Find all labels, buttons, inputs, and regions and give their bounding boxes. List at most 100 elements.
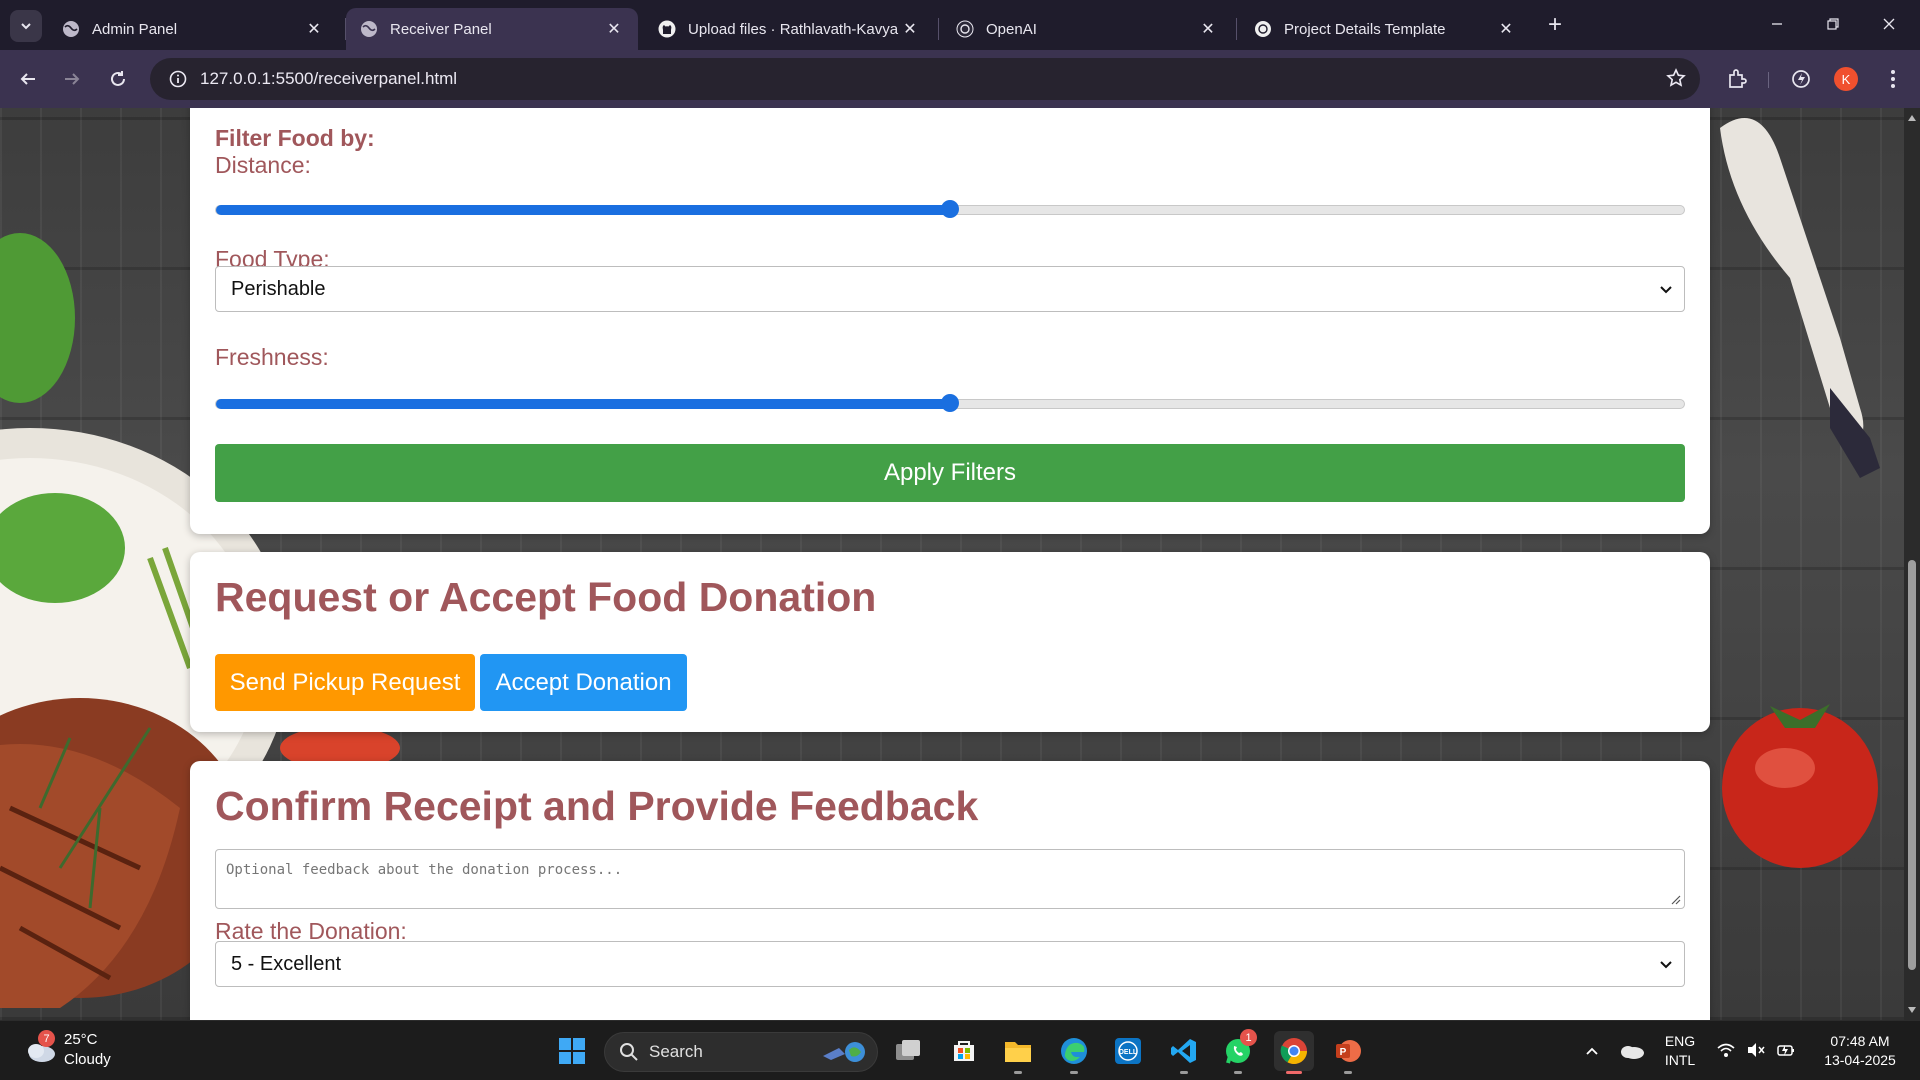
arrow-right-icon [65,73,80,85]
start-button[interactable] [552,1031,592,1071]
onedrive-cloud-icon [1621,1046,1644,1059]
forward-button[interactable] [56,63,88,95]
dell-icon: DELL [1115,1038,1141,1064]
onedrive-button[interactable] [1612,1031,1652,1071]
restore-button[interactable] [1810,8,1856,40]
food-type-value: Perishable [231,277,326,300]
powerpoint-icon: P [1336,1040,1361,1062]
minimize-button[interactable] [1754,8,1800,40]
globe-icon [62,20,80,38]
restore-icon [1827,18,1839,30]
tab-receiver-panel[interactable]: Receiver Panel ✕ [346,8,638,50]
site-info-icon[interactable] [158,70,198,88]
back-button[interactable] [12,63,44,95]
feedback-textarea[interactable]: Optional feedback about the donation pro… [215,849,1685,909]
distance-slider[interactable] [215,200,1685,218]
close-icon[interactable]: ✕ [1496,19,1516,39]
weather-widget[interactable]: 7 [22,1030,58,1065]
tab-title: Project Details Template [1284,20,1446,38]
chevron-down-icon [1660,286,1672,294]
windows-logo-icon [559,1038,585,1064]
search-icon [620,1043,638,1061]
wifi-icon [1717,1043,1735,1057]
tab-openai[interactable]: OpenAI ✕ [942,8,1232,50]
filter-card: Filter Food by: Distance: Food Type: Per… [190,108,1710,534]
arrow-left-icon [20,73,35,85]
task-view-button[interactable] [888,1031,928,1071]
close-icon[interactable]: ✕ [1198,19,1218,39]
running-indicator [1344,1071,1352,1074]
rating-select[interactable]: 5 - Excellent [215,941,1685,987]
whatsapp-badge: 1 [1240,1029,1257,1046]
weather-badge: 7 [38,1030,55,1047]
resize-grip-icon[interactable] [1671,895,1681,905]
clock[interactable]: 07:48 AM 13-04-2025 [1812,1033,1908,1068]
freshness-slider-thumb[interactable] [941,394,959,412]
browser-toolbar: 127.0.0.1:5500/receiverpanel.html K [0,50,1920,108]
edge-app[interactable] [1054,1031,1094,1074]
page-scrollbar[interactable] [1904,108,1920,1020]
edge-icon [1061,1038,1087,1064]
windows-taskbar: 7 25°C Cloudy Search DELL 1 P ENG INTL 0… [0,1020,1920,1080]
apply-filters-button[interactable]: Apply Filters [215,444,1685,502]
chevron-down-icon [21,23,31,30]
svg-text:P: P [1340,1047,1347,1058]
github-icon [658,20,676,38]
distance-slider-fill [216,205,950,215]
scroll-down-icon[interactable] [1907,1005,1917,1015]
task-view-icon [896,1040,920,1060]
tab-project-details[interactable]: Project Details Template ✕ [1240,8,1530,50]
close-icon [1883,18,1895,30]
request-card: Request or Accept Food Donation Send Pic… [190,552,1710,732]
freshness-slider-fill [216,399,950,409]
reload-button[interactable] [102,63,134,95]
performance-icon[interactable] [1786,64,1816,94]
distance-slider-thumb[interactable] [941,200,959,218]
tab-search-button[interactable] [10,10,42,42]
running-indicator [1180,1071,1188,1074]
show-hidden-icons-button[interactable] [1572,1031,1612,1071]
tab-upload-files[interactable]: Upload files · Rathlavath-Kavya ✕ [644,8,934,50]
tab-admin-panel[interactable]: Admin Panel ✕ [48,8,338,50]
bookmark-star-icon[interactable] [1666,68,1686,93]
microsoft-store-app[interactable] [944,1031,984,1071]
file-explorer-app[interactable] [998,1031,1038,1074]
freshness-slider[interactable] [215,394,1685,412]
send-pickup-request-button[interactable]: Send Pickup Request [215,654,475,711]
dell-app[interactable]: DELL [1108,1031,1148,1071]
profile-avatar[interactable]: K [1834,67,1858,91]
openai-icon [1254,20,1272,38]
close-icon[interactable]: ✕ [304,19,324,39]
accept-donation-button[interactable]: Accept Donation [480,654,687,711]
chevron-up-icon [1586,1047,1598,1055]
scroll-up-icon[interactable] [1907,113,1917,123]
running-indicator [1234,1071,1242,1074]
chrome-icon [1280,1038,1308,1065]
chrome-app[interactable] [1274,1031,1314,1074]
distance-label: Distance: [215,152,311,178]
folder-icon [1005,1042,1031,1062]
freshness-label: Freshness: [215,344,329,370]
food-type-select[interactable]: Perishable [215,266,1685,312]
extensions-icon[interactable] [1722,64,1752,94]
tab-title: Receiver Panel [390,20,492,38]
close-window-button[interactable] [1866,8,1912,40]
scrollbar-thumb[interactable] [1908,560,1916,970]
whatsapp-app[interactable]: 1 [1218,1029,1258,1074]
tab-title: Admin Panel [92,20,178,38]
running-indicator [1070,1071,1078,1074]
powerpoint-app[interactable]: P [1328,1031,1368,1074]
running-indicator [1286,1071,1302,1074]
more-menu-icon[interactable] [1878,64,1908,94]
tab-separator [1236,18,1237,40]
new-tab-button[interactable]: + [1542,11,1568,38]
close-icon[interactable]: ✕ [604,19,624,39]
clock-date: 13-04-2025 [1824,1052,1896,1068]
vscode-icon [1171,1039,1196,1063]
taskbar-search[interactable]: Search [604,1032,878,1072]
vscode-app[interactable] [1164,1031,1204,1074]
system-tray-icons[interactable] [1716,1041,1796,1059]
language-indicator[interactable]: ENG INTL [1656,1033,1704,1068]
close-icon[interactable]: ✕ [900,19,920,39]
address-bar[interactable]: 127.0.0.1:5500/receiverpanel.html [150,58,1700,100]
